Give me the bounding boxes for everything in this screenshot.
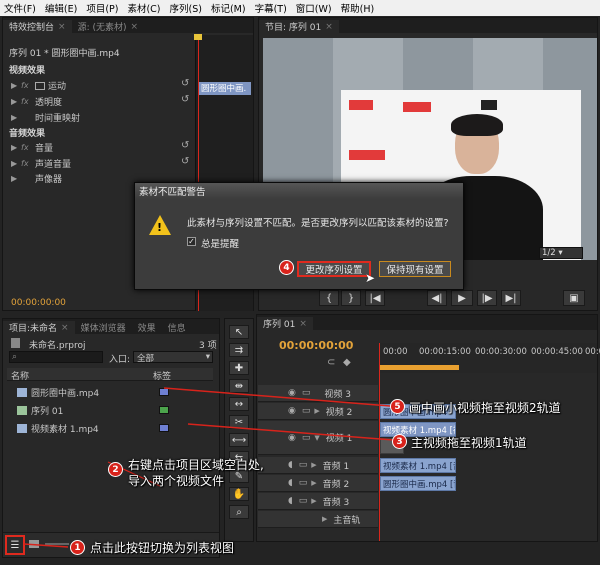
annotation-text-3: 主视频拖至视频1轨道: [411, 436, 527, 450]
annotation-badge-5: 5: [390, 399, 405, 414]
annotation-badge-3: 3: [392, 434, 407, 449]
annotation-text-2-line1: 右键点击项目区域空白处,: [128, 458, 264, 472]
annotation-badge-2: 2: [108, 462, 123, 477]
annotation-arrows: [23, 387, 395, 548]
annotation-text-1: 点击此按钮切换为列表视图: [90, 541, 235, 555]
arrow-1: [23, 543, 69, 548]
annotation-text-5: 画中画小视频拖至视频2轨道: [409, 401, 561, 415]
annotation-badge-1: 1: [70, 540, 85, 555]
annotation-text-2-line2: 导入两个视频文件: [128, 474, 225, 488]
arrow-5: [163, 387, 391, 407]
arrow-3: [187, 423, 395, 441]
